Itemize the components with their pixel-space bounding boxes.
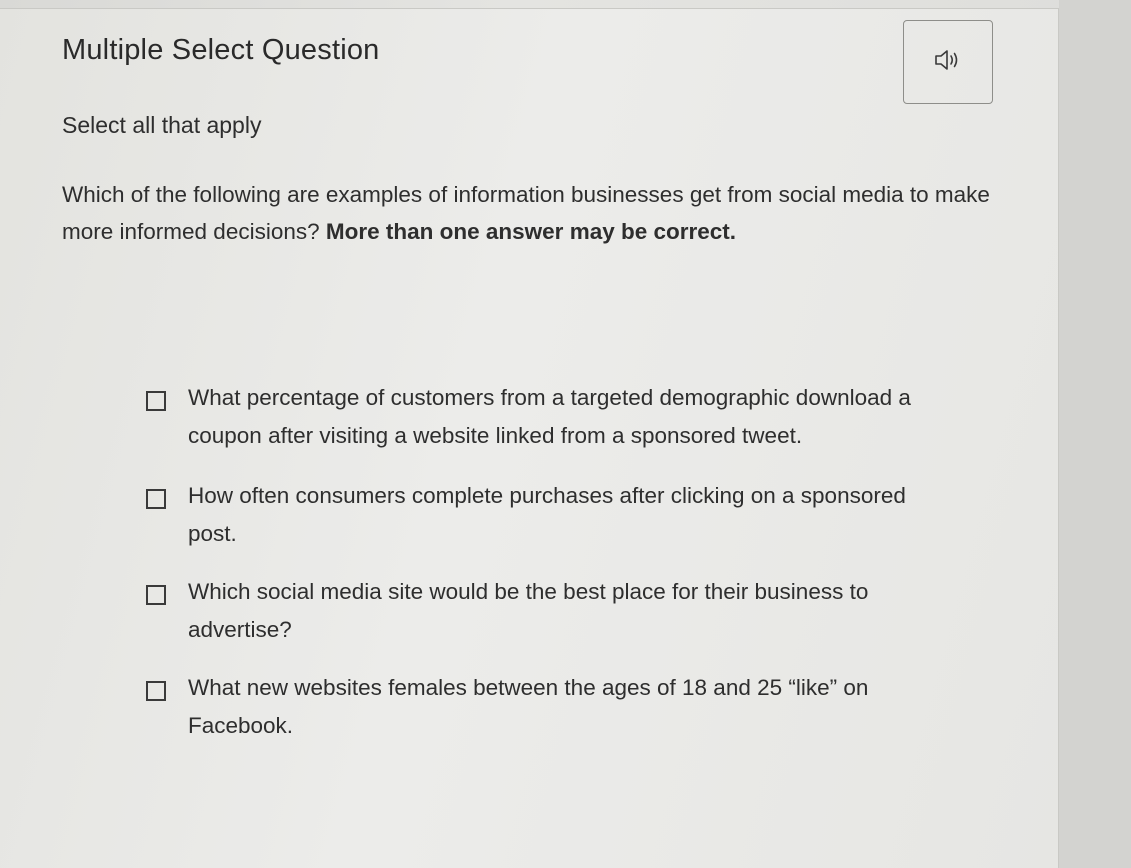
instruction-text: Select all that apply	[62, 112, 262, 138]
checkbox-option-3[interactable]	[146, 585, 166, 605]
answer-option-2[interactable]: How often consumers complete purchases a…	[146, 483, 946, 553]
read-aloud-button[interactable]	[903, 20, 993, 104]
answer-option-3[interactable]: Which social media site would be the bes…	[146, 579, 946, 649]
question-type-title: Multiple Select Question	[62, 34, 380, 66]
checkbox-option-2[interactable]	[146, 489, 166, 509]
option-label: What percentage of customers from a targ…	[188, 385, 911, 448]
answer-option-4[interactable]: What new websites females between the ag…	[146, 675, 946, 745]
answer-option-1[interactable]: What percentage of customers from a targ…	[146, 385, 946, 455]
option-label: What new websites females between the ag…	[188, 675, 869, 738]
option-label: How often consumers complete purchases a…	[188, 483, 906, 546]
question-prompt: Which of the following are examples of i…	[62, 176, 992, 250]
answer-options: What percentage of customers from a targ…	[146, 385, 946, 745]
background-edge	[1059, 0, 1131, 868]
option-label: Which social media site would be the bes…	[188, 579, 869, 642]
checkbox-option-1[interactable]	[146, 391, 166, 411]
speaker-icon	[933, 47, 963, 78]
checkbox-option-4[interactable]	[146, 681, 166, 701]
prompt-emphasis: More than one answer may be correct.	[325, 219, 737, 244]
